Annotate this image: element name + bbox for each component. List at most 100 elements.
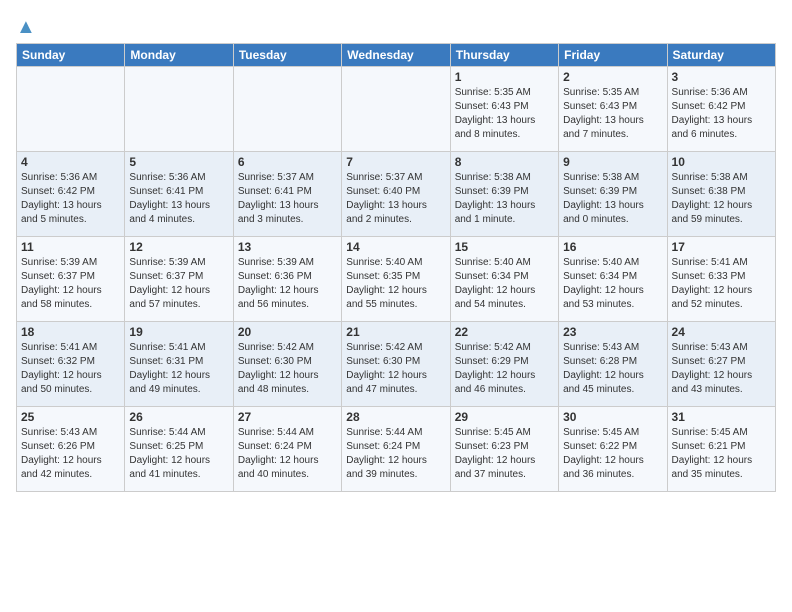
calendar-header-row: SundayMondayTuesdayWednesdayThursdayFrid…	[17, 44, 776, 67]
day-number: 29	[455, 410, 554, 424]
day-number: 30	[563, 410, 662, 424]
calendar-day-cell: 10 Sunrise: 5:38 AM Sunset: 6:38 PM Dayli…	[667, 152, 775, 237]
calendar-day-cell: 30Sunrise: 5:45 AM Sunset: 6:22 PM Dayli…	[559, 407, 667, 492]
weekday-header: Tuesday	[233, 44, 341, 67]
day-info: Sunrise: 5:36 AM Sunset: 6:42 PM Dayligh…	[21, 171, 120, 227]
calendar-day-cell: 9 Sunrise: 5:38 AM Sunset: 6:39 PM Daylig…	[559, 152, 667, 237]
day-info: Sunrise: 5:36 AM Sunset: 6:41 PM Dayligh…	[129, 171, 228, 227]
day-number: 3	[672, 70, 771, 84]
day-info: Sunrise: 5:41 AM Sunset: 6:33 PM Dayligh…	[672, 256, 771, 312]
day-info: Sunrise: 5:43 AM Sunset: 6:28 PM Dayligh…	[563, 341, 662, 397]
day-number: 24	[672, 325, 771, 339]
day-info: Sunrise: 5:43 AM Sunset: 6:26 PM Dayligh…	[21, 426, 120, 482]
day-info: Sunrise: 5:36 AM Sunset: 6:42 PM Dayligh…	[672, 86, 771, 142]
day-number: 8	[455, 155, 554, 169]
day-info: Sunrise: 5:35 AM Sunset: 6:43 PM Dayligh…	[455, 86, 554, 142]
calendar-day-cell: 12 Sunrise: 5:39 AM Sunset: 6:37 PM Dayli…	[125, 237, 233, 322]
page-header: ▲	[16, 16, 776, 39]
calendar-day-cell: 7Sunrise: 5:37 AM Sunset: 6:40 PM Daylig…	[342, 152, 450, 237]
day-info: Sunrise: 5:45 AM Sunset: 6:21 PM Dayligh…	[672, 426, 771, 482]
calendar-day-cell: 17 Sunrise: 5:41 AM Sunset: 6:33 PM Dayli…	[667, 237, 775, 322]
day-info: Sunrise: 5:42 AM Sunset: 6:29 PM Dayligh…	[455, 341, 554, 397]
calendar-day-cell: 11 Sunrise: 5:39 AM Sunset: 6:37 PM Dayli…	[17, 237, 125, 322]
day-number: 2	[563, 70, 662, 84]
calendar-day-cell: 13Sunrise: 5:39 AM Sunset: 6:36 PM Dayli…	[233, 237, 341, 322]
calendar-day-cell: 20 Sunrise: 5:42 AM Sunset: 6:30 PM Dayli…	[233, 322, 341, 407]
day-number: 6	[238, 155, 337, 169]
calendar-day-cell: 19 Sunrise: 5:41 AM Sunset: 6:31 PM Dayli…	[125, 322, 233, 407]
calendar-day-cell	[125, 67, 233, 152]
calendar-day-cell: 1 Sunrise: 5:35 AM Sunset: 6:43 PM Daylig…	[450, 67, 558, 152]
day-number: 26	[129, 410, 228, 424]
day-info: Sunrise: 5:40 AM Sunset: 6:34 PM Dayligh…	[563, 256, 662, 312]
calendar-week-row: 11 Sunrise: 5:39 AM Sunset: 6:37 PM Dayli…	[17, 237, 776, 322]
day-number: 12	[129, 240, 228, 254]
day-info: Sunrise: 5:37 AM Sunset: 6:41 PM Dayligh…	[238, 171, 337, 227]
calendar-day-cell: 8 Sunrise: 5:38 AM Sunset: 6:39 PM Daylig…	[450, 152, 558, 237]
weekday-header: Monday	[125, 44, 233, 67]
day-number: 7	[346, 155, 445, 169]
calendar-day-cell: 21 Sunrise: 5:42 AM Sunset: 6:30 PM Dayli…	[342, 322, 450, 407]
day-number: 27	[238, 410, 337, 424]
day-info: Sunrise: 5:39 AM Sunset: 6:37 PM Dayligh…	[21, 256, 120, 312]
calendar-day-cell: 27 Sunrise: 5:44 AM Sunset: 6:24 PM Dayli…	[233, 407, 341, 492]
day-info: Sunrise: 5:42 AM Sunset: 6:30 PM Dayligh…	[238, 341, 337, 397]
calendar-day-cell: 29Sunrise: 5:45 AM Sunset: 6:23 PM Dayli…	[450, 407, 558, 492]
calendar-day-cell: 4 Sunrise: 5:36 AM Sunset: 6:42 PM Daylig…	[17, 152, 125, 237]
calendar-day-cell: 3 Sunrise: 5:36 AM Sunset: 6:42 PM Daylig…	[667, 67, 775, 152]
day-number: 10	[672, 155, 771, 169]
calendar-day-cell: 16 Sunrise: 5:40 AM Sunset: 6:34 PM Dayli…	[559, 237, 667, 322]
day-info: Sunrise: 5:40 AM Sunset: 6:34 PM Dayligh…	[455, 256, 554, 312]
day-number: 11	[21, 240, 120, 254]
day-number: 18	[21, 325, 120, 339]
day-number: 21	[346, 325, 445, 339]
day-info: Sunrise: 5:42 AM Sunset: 6:30 PM Dayligh…	[346, 341, 445, 397]
calendar-day-cell	[342, 67, 450, 152]
weekday-header: Friday	[559, 44, 667, 67]
day-number: 31	[672, 410, 771, 424]
calendar-day-cell	[233, 67, 341, 152]
calendar-week-row: 4 Sunrise: 5:36 AM Sunset: 6:42 PM Daylig…	[17, 152, 776, 237]
day-info: Sunrise: 5:43 AM Sunset: 6:27 PM Dayligh…	[672, 341, 771, 397]
calendar-day-cell: 2Sunrise: 5:35 AM Sunset: 6:43 PM Daylig…	[559, 67, 667, 152]
calendar-day-cell: 24 Sunrise: 5:43 AM Sunset: 6:27 PM Dayli…	[667, 322, 775, 407]
day-number: 16	[563, 240, 662, 254]
logo-bird-icon: ▲	[16, 16, 36, 38]
weekday-header: Sunday	[17, 44, 125, 67]
day-info: Sunrise: 5:38 AM Sunset: 6:39 PM Dayligh…	[455, 171, 554, 227]
day-number: 1	[455, 70, 554, 84]
day-info: Sunrise: 5:41 AM Sunset: 6:31 PM Dayligh…	[129, 341, 228, 397]
calendar-day-cell: 14 Sunrise: 5:40 AM Sunset: 6:35 PM Dayli…	[342, 237, 450, 322]
day-info: Sunrise: 5:38 AM Sunset: 6:39 PM Dayligh…	[563, 171, 662, 227]
calendar-day-cell: 5 Sunrise: 5:36 AM Sunset: 6:41 PM Daylig…	[125, 152, 233, 237]
day-info: Sunrise: 5:44 AM Sunset: 6:24 PM Dayligh…	[346, 426, 445, 482]
day-info: Sunrise: 5:39 AM Sunset: 6:36 PM Dayligh…	[238, 256, 337, 312]
day-number: 17	[672, 240, 771, 254]
calendar-day-cell: 18Sunrise: 5:41 AM Sunset: 6:32 PM Dayli…	[17, 322, 125, 407]
calendar-day-cell: 6 Sunrise: 5:37 AM Sunset: 6:41 PM Daylig…	[233, 152, 341, 237]
day-number: 4	[21, 155, 120, 169]
day-number: 25	[21, 410, 120, 424]
day-info: Sunrise: 5:44 AM Sunset: 6:24 PM Dayligh…	[238, 426, 337, 482]
day-number: 14	[346, 240, 445, 254]
day-number: 23	[563, 325, 662, 339]
calendar-day-cell: 25 Sunrise: 5:43 AM Sunset: 6:26 PM Dayli…	[17, 407, 125, 492]
weekday-header: Thursday	[450, 44, 558, 67]
calendar-week-row: 25 Sunrise: 5:43 AM Sunset: 6:26 PM Dayli…	[17, 407, 776, 492]
calendar-day-cell: 31 Sunrise: 5:45 AM Sunset: 6:21 PM Dayli…	[667, 407, 775, 492]
day-info: Sunrise: 5:44 AM Sunset: 6:25 PM Dayligh…	[129, 426, 228, 482]
weekday-header: Wednesday	[342, 44, 450, 67]
calendar-day-cell: 28 Sunrise: 5:44 AM Sunset: 6:24 PM Dayli…	[342, 407, 450, 492]
day-number: 5	[129, 155, 228, 169]
day-info: Sunrise: 5:39 AM Sunset: 6:37 PM Dayligh…	[129, 256, 228, 312]
day-info: Sunrise: 5:38 AM Sunset: 6:38 PM Dayligh…	[672, 171, 771, 227]
weekday-header: Saturday	[667, 44, 775, 67]
day-info: Sunrise: 5:40 AM Sunset: 6:35 PM Dayligh…	[346, 256, 445, 312]
day-number: 28	[346, 410, 445, 424]
day-number: 9	[563, 155, 662, 169]
day-number: 19	[129, 325, 228, 339]
calendar-day-cell: 23 Sunrise: 5:43 AM Sunset: 6:28 PM Dayli…	[559, 322, 667, 407]
calendar-week-row: 18Sunrise: 5:41 AM Sunset: 6:32 PM Dayli…	[17, 322, 776, 407]
logo: ▲	[16, 16, 36, 39]
day-number: 20	[238, 325, 337, 339]
